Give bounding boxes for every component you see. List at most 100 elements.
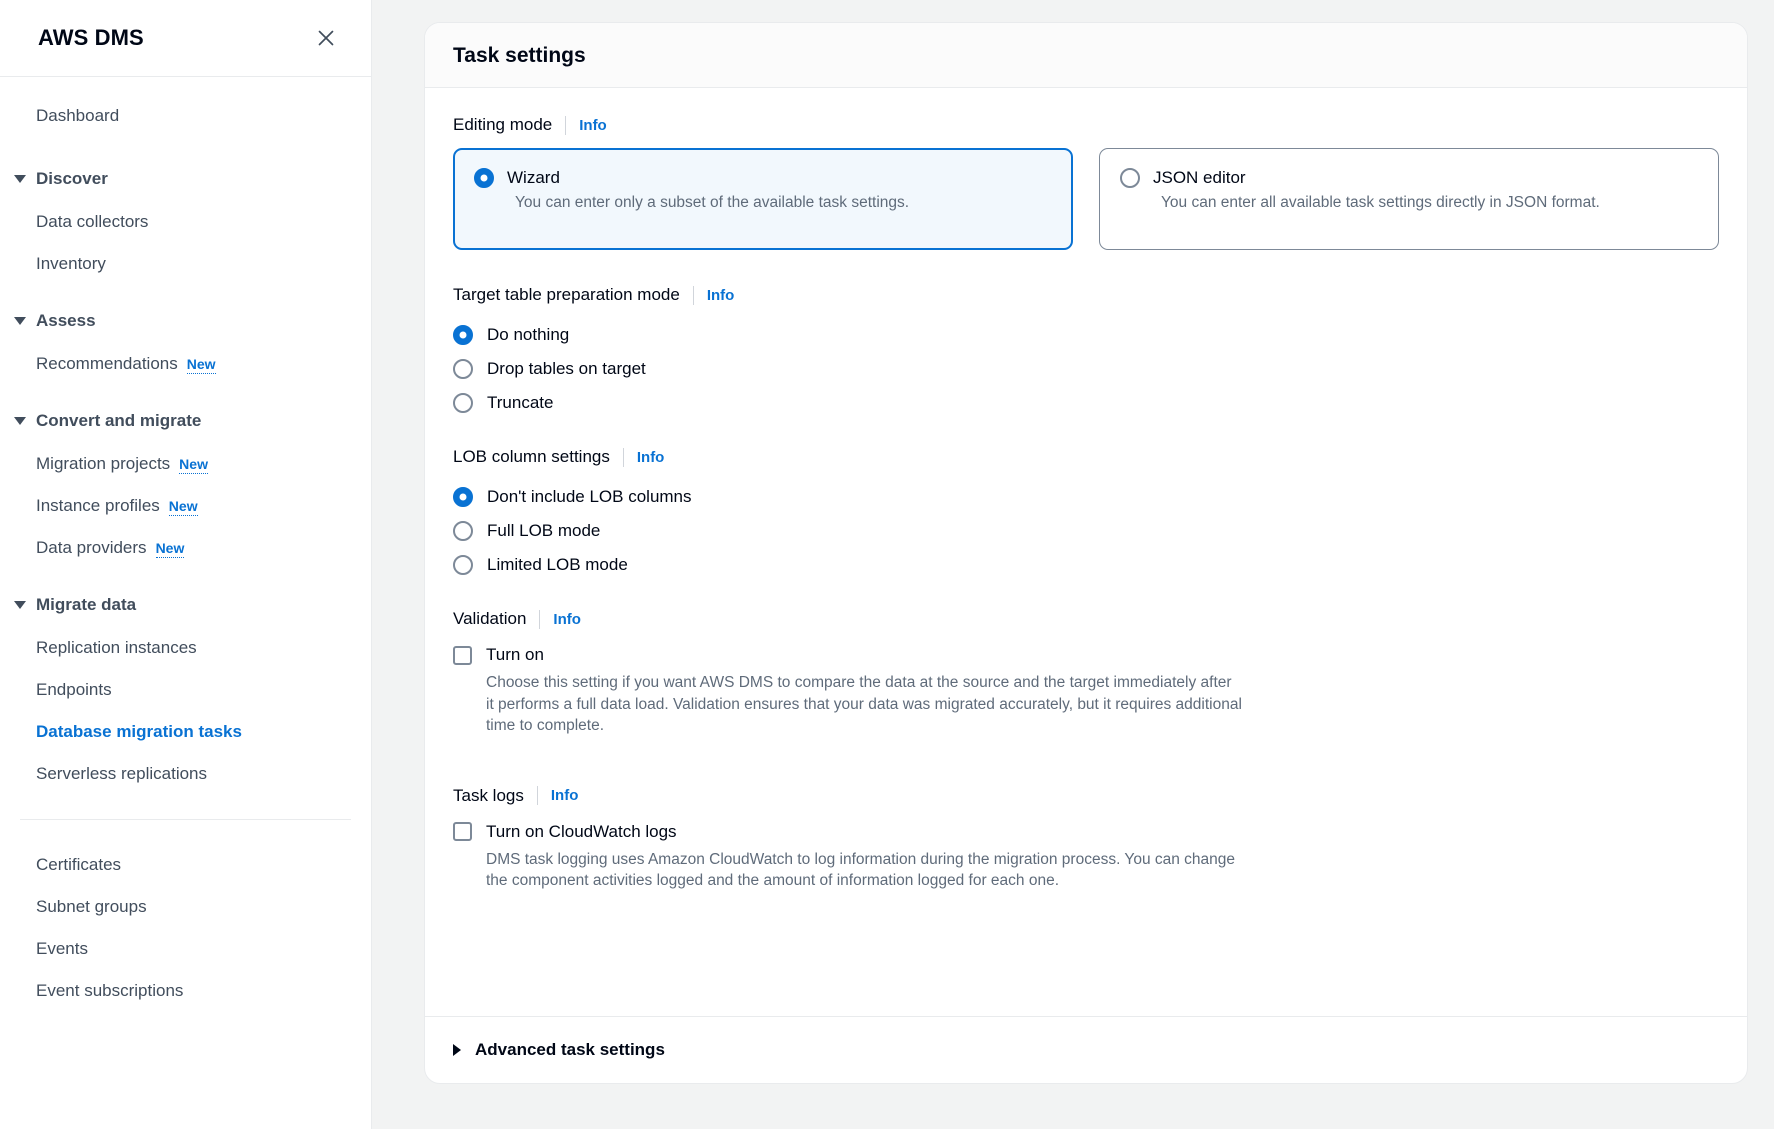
lob-column-settings-group: LOB column settings Info Don't include L… [453,446,1719,582]
sidebar-item-label: Recommendations [36,353,178,375]
sidebar-section-discover[interactable]: Discover [0,157,371,201]
chevron-down-icon [14,417,26,425]
validation-label-row: Validation Info [453,608,1719,630]
sidebar-item-migration-projects[interactable]: Migration projects New [0,443,371,485]
radio-wizard[interactable] [474,168,494,188]
radio-label: Drop tables on target [487,358,646,380]
radio-json-editor[interactable] [1120,168,1140,188]
info-link-validation[interactable]: Info [553,610,581,629]
new-badge[interactable]: New [179,456,208,474]
tile-json-editor[interactable]: JSON editor You can enter all available … [1099,148,1719,250]
task-logs-description: DMS task logging uses Amazon CloudWatch … [453,849,1243,892]
tile-wizard[interactable]: Wizard You can enter only a subset of th… [453,148,1073,250]
tile-title: Wizard [507,167,560,189]
validation-description: Choose this setting if you want AWS DMS … [453,672,1243,737]
advanced-task-settings-label: Advanced task settings [475,1039,665,1061]
sidebar-item-event-subscriptions[interactable]: Event subscriptions [0,970,371,1012]
label-divider [565,116,566,135]
radio-option-drop-tables-on-target[interactable]: Drop tables on target [453,352,1719,386]
sidebar-item-subnet-groups[interactable]: Subnet groups [0,886,371,928]
radio-option-limited-lob-mode[interactable]: Limited LOB mode [453,548,1719,582]
radio-label: Don't include LOB columns [487,486,692,508]
sidebar-item-data-providers[interactable]: Data providers New [0,527,371,569]
task-settings-body: Editing mode Info Wizard You can enter o… [425,88,1747,996]
tile-description: You can enter only a subset of the avail… [474,192,1052,214]
checkbox-label: Turn on CloudWatch logs [486,821,677,843]
new-badge[interactable]: New [187,356,216,374]
radio-label: Do nothing [487,324,569,346]
radio-indicator[interactable] [453,359,473,379]
task-settings-header: Task settings [425,23,1747,88]
editing-mode-label: Editing mode [453,114,552,136]
sidebar-item-replication-instances[interactable]: Replication instances [0,627,371,669]
sidebar-nav: Dashboard Discover Data collectors Inven… [0,77,371,1129]
info-link-lob-column[interactable]: Info [637,448,665,467]
page-title: Task settings [453,43,1719,69]
info-link-target-table-prep[interactable]: Info [707,286,735,305]
chevron-down-icon [14,175,26,183]
target-table-prep-group: Target table preparation mode Info Do no… [453,284,1719,420]
sidebar-section-convert-and-migrate[interactable]: Convert and migrate [0,399,371,443]
spacer [453,763,1719,785]
sidebar-header: AWS DMS [0,0,371,77]
sidebar-item-label: Data providers [36,537,147,559]
tile-head: Wizard [474,167,1052,189]
target-table-prep-label: Target table preparation mode [453,284,680,306]
sidebar-item-label: Migration projects [36,453,170,475]
editing-mode-label-row: Editing mode Info [453,114,1719,136]
tile-description: You can enter all available task setting… [1120,192,1698,214]
sidebar-item-events[interactable]: Events [0,928,371,970]
label-divider [539,610,540,629]
new-badge[interactable]: New [156,540,185,558]
sidebar-item-dashboard[interactable]: Dashboard [0,95,371,137]
advanced-task-settings-expander[interactable]: Advanced task settings [425,1017,1747,1083]
radio-option-full-lob-mode[interactable]: Full LOB mode [453,514,1719,548]
label-divider [537,786,538,805]
tile-head: JSON editor [1120,167,1698,189]
task-logs-group: Task logs Info Turn on CloudWatch logs D… [453,785,1719,892]
radio-indicator[interactable] [453,325,473,345]
label-divider [623,448,624,467]
radio-option-do-nothing[interactable]: Do nothing [453,318,1719,352]
radio-indicator[interactable] [453,393,473,413]
sidebar-item-data-collectors[interactable]: Data collectors [0,201,371,243]
sidebar-item-inventory[interactable]: Inventory [0,243,371,285]
checkbox-validation-turn-on[interactable]: Turn on [453,642,1719,668]
sidebar-title: AWS DMS [38,25,144,51]
sidebar-section-migrate-data[interactable]: Migrate data [0,583,371,627]
sidebar-section-assess[interactable]: Assess [0,299,371,343]
checkbox-indicator[interactable] [453,822,472,841]
label-divider [693,286,694,305]
task-logs-label: Task logs [453,785,524,807]
sidebar-item-database-migration-tasks[interactable]: Database migration tasks [0,711,371,753]
task-logs-label-row: Task logs Info [453,785,1719,807]
lob-column-label: LOB column settings [453,446,610,468]
chevron-right-icon [453,1044,461,1056]
checkbox-turn-on-cloudwatch-logs[interactable]: Turn on CloudWatch logs [453,819,1719,845]
sidebar-item-endpoints[interactable]: Endpoints [0,669,371,711]
sidebar-section-label: Convert and migrate [36,410,201,432]
sidebar-item-certificates[interactable]: Certificates [0,844,371,886]
close-icon[interactable] [309,21,343,55]
radio-label: Limited LOB mode [487,554,628,576]
sidebar-item-serverless-replications[interactable]: Serverless replications [0,753,371,795]
info-link-task-logs[interactable]: Info [551,786,579,805]
main-content: Task settings Editing mode Info Wizard [372,0,1774,1129]
checkbox-indicator[interactable] [453,646,472,665]
radio-option-dont-include-lob-columns[interactable]: Don't include LOB columns [453,480,1719,514]
radio-option-truncate[interactable]: Truncate [453,386,1719,420]
app-root: AWS DMS Dashboard Discover Data collecto… [0,0,1774,1129]
radio-label: Truncate [487,392,553,414]
radio-indicator[interactable] [453,521,473,541]
validation-label: Validation [453,608,526,630]
new-badge[interactable]: New [169,498,198,516]
radio-indicator[interactable] [453,555,473,575]
sidebar-item-instance-profiles[interactable]: Instance profiles New [0,485,371,527]
editing-mode-tiles: Wizard You can enter only a subset of th… [453,148,1719,250]
sidebar-item-recommendations[interactable]: Recommendations New [0,343,371,385]
info-link-editing-mode[interactable]: Info [579,116,607,135]
task-settings-container: Task settings Editing mode Info Wizard [424,22,1748,1084]
target-table-prep-label-row: Target table preparation mode Info [453,284,1719,306]
chevron-down-icon [14,601,26,609]
radio-indicator[interactable] [453,487,473,507]
